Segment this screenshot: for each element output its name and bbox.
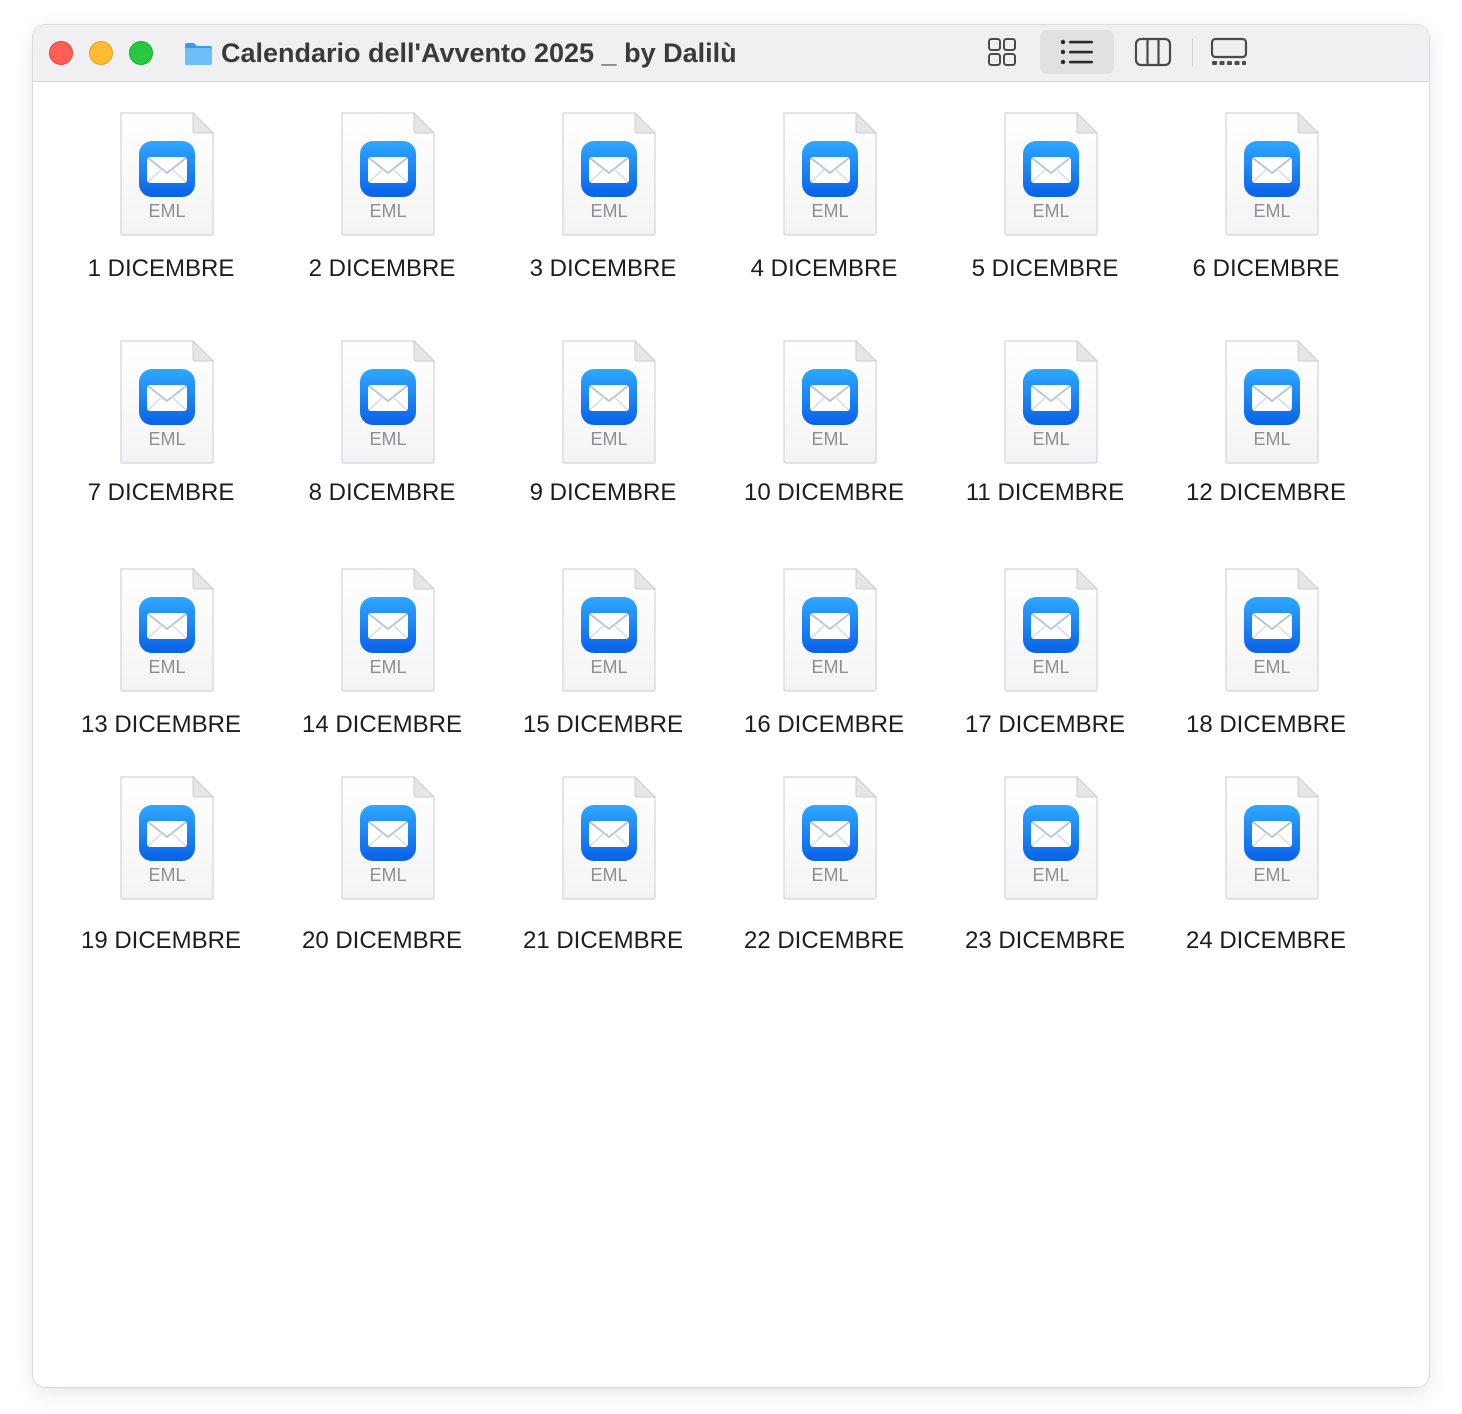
file-name-label[interactable]: 22 DICEMBRE <box>714 927 934 955</box>
file-item[interactable]: EML 17 DICEMBRE <box>945 537 1145 738</box>
file-name-label[interactable]: 20 DICEMBRE <box>272 927 492 955</box>
grid-icon <box>987 37 1017 67</box>
finder-window: Calendario dell'Avvento 2025 _ by Dalilù <box>33 25 1429 1387</box>
file-type-label: EML <box>1032 429 1070 449</box>
file-name-label[interactable]: 19 DICEMBRE <box>51 927 271 955</box>
close-button[interactable] <box>49 41 73 65</box>
file-item[interactable]: EML 8 DICEMBRE <box>282 309 482 506</box>
file-item[interactable]: EML 19 DICEMBRE <box>61 745 261 954</box>
file-name-label[interactable]: 8 DICEMBRE <box>272 479 492 507</box>
file-item[interactable]: EML 18 DICEMBRE <box>1166 537 1366 738</box>
file-type-label: EML <box>1032 865 1070 885</box>
file-item[interactable]: EML 2 DICEMBRE <box>282 81 482 282</box>
file-name-label[interactable]: 13 DICEMBRE <box>51 711 271 739</box>
file-name-label[interactable]: 21 DICEMBRE <box>493 927 713 955</box>
file-type-label: EML <box>1253 865 1291 885</box>
file-type-label: EML <box>811 429 849 449</box>
file-type-label: EML <box>811 201 849 221</box>
icon-view-button[interactable] <box>965 30 1039 74</box>
file-type-label: EML <box>811 657 849 677</box>
file-item[interactable]: EML 4 DICEMBRE <box>724 81 924 282</box>
file-item[interactable]: EML 6 DICEMBRE <box>1166 81 1366 282</box>
file-item[interactable]: EML 9 DICEMBRE <box>503 309 703 506</box>
columns-icon <box>1134 37 1172 67</box>
file-type-label: EML <box>1032 201 1070 221</box>
file-name-label[interactable]: 24 DICEMBRE <box>1156 927 1376 955</box>
file-item[interactable]: EML 15 DICEMBRE <box>503 537 703 738</box>
file-name-label[interactable]: 17 DICEMBRE <box>935 711 1155 739</box>
file-name-label[interactable]: 9 DICEMBRE <box>493 479 713 507</box>
file-item[interactable]: EML 10 DICEMBRE <box>724 309 924 506</box>
file-type-label: EML <box>369 865 407 885</box>
file-type-label: EML <box>590 429 628 449</box>
file-type-label: EML <box>148 429 186 449</box>
file-name-label[interactable]: 5 DICEMBRE <box>935 255 1155 283</box>
file-item[interactable]: EML 13 DICEMBRE <box>61 537 261 738</box>
file-name-label[interactable]: 2 DICEMBRE <box>272 255 492 283</box>
file-item[interactable]: EML 5 DICEMBRE <box>945 81 1145 282</box>
file-type-label: EML <box>1253 201 1291 221</box>
zoom-button[interactable] <box>129 41 153 65</box>
file-type-label: EML <box>1253 429 1291 449</box>
file-name-label[interactable]: 1 DICEMBRE <box>51 255 271 283</box>
file-name-label[interactable]: 18 DICEMBRE <box>1156 711 1376 739</box>
file-type-label: EML <box>1032 657 1070 677</box>
file-name-label[interactable]: 11 DICEMBRE <box>935 479 1155 507</box>
file-type-label: EML <box>590 657 628 677</box>
folder-icon <box>184 41 213 66</box>
file-name-label[interactable]: 3 DICEMBRE <box>493 255 713 283</box>
file-type-label: EML <box>148 865 186 885</box>
list-view-button[interactable] <box>1040 30 1114 74</box>
file-name-label[interactable]: 4 DICEMBRE <box>714 255 934 283</box>
file-name-label[interactable]: 16 DICEMBRE <box>714 711 934 739</box>
file-type-label: EML <box>369 201 407 221</box>
file-type-label: EML <box>590 201 628 221</box>
file-type-label: EML <box>148 201 186 221</box>
file-item[interactable]: EML 21 DICEMBRE <box>503 745 703 954</box>
file-name-label[interactable]: 7 DICEMBRE <box>51 479 271 507</box>
gallery-icon <box>1210 37 1248 67</box>
file-name-label[interactable]: 12 DICEMBRE <box>1156 479 1376 507</box>
file-item[interactable]: EML 7 DICEMBRE <box>61 309 261 506</box>
file-type-label: EML <box>1253 657 1291 677</box>
file-type-label: EML <box>148 657 186 677</box>
file-item[interactable]: EML 11 DICEMBRE <box>945 309 1145 506</box>
file-type-label: EML <box>369 657 407 677</box>
file-type-label: EML <box>369 429 407 449</box>
file-name-label[interactable]: 14 DICEMBRE <box>272 711 492 739</box>
file-item[interactable]: EML 23 DICEMBRE <box>945 745 1145 954</box>
column-view-button[interactable] <box>1116 30 1190 74</box>
window-title: Calendario dell'Avvento 2025 _ by Dalilù <box>221 38 737 68</box>
file-type-label: EML <box>811 865 849 885</box>
list-icon <box>1060 38 1094 66</box>
file-name-label[interactable]: 6 DICEMBRE <box>1156 255 1376 283</box>
file-item[interactable]: EML 24 DICEMBRE <box>1166 745 1366 954</box>
file-type-label: EML <box>590 865 628 885</box>
file-name-label[interactable]: 15 DICEMBRE <box>493 711 713 739</box>
file-name-label[interactable]: 10 DICEMBRE <box>714 479 934 507</box>
file-item[interactable]: EML 22 DICEMBRE <box>724 745 924 954</box>
file-item[interactable]: EML 1 DICEMBRE <box>61 81 261 282</box>
title-bar[interactable]: Calendario dell'Avvento 2025 _ by Dalilù <box>33 25 1429 82</box>
file-item[interactable]: EML 12 DICEMBRE <box>1166 309 1366 506</box>
file-name-label[interactable]: 23 DICEMBRE <box>935 927 1155 955</box>
minimize-button[interactable] <box>89 41 113 65</box>
file-item[interactable]: EML 20 DICEMBRE <box>282 745 482 954</box>
gallery-view-button[interactable] <box>1192 30 1266 74</box>
file-item[interactable]: EML 16 DICEMBRE <box>724 537 924 738</box>
file-item[interactable]: EML 3 DICEMBRE <box>503 81 703 282</box>
file-item[interactable]: EML 14 DICEMBRE <box>282 537 482 738</box>
